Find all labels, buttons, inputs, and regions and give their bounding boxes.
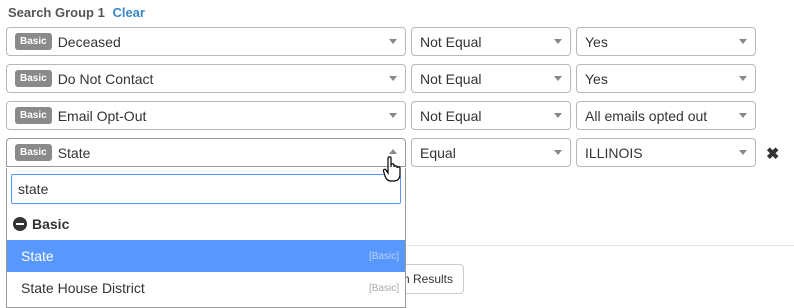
operator-select-value: Not Equal [420,70,482,87]
operator-select[interactable]: Not Equal [411,64,571,93]
field-dropdown: Basic State [Basic] State House District… [6,168,406,308]
dropdown-option-label: State [21,248,54,264]
caret-down-icon [739,150,747,155]
value-select-value: All emails opted out [585,107,708,124]
search-group-header: Search Group 1 Clear [8,5,145,20]
value-select[interactable]: Yes [576,64,756,93]
dropdown-group-label: Basic [32,216,70,232]
basic-badge: Basic [15,70,52,87]
value-select-value: Yes [585,33,608,50]
caret-up-icon [389,149,397,154]
field-select-value: Deceased [57,33,121,50]
operator-select[interactable]: Not Equal [411,27,571,56]
caret-down-icon [739,39,747,44]
close-icon[interactable]: ✖ [766,144,779,164]
operator-select[interactable]: Not Equal [411,101,571,130]
dropdown-option-tag: [Basic] [368,250,399,262]
field-select[interactable]: Basic Deceased [6,27,406,56]
dropdown-option-state-house-district[interactable]: State House District [Basic] [7,272,405,304]
dropdown-option-label: State House District [21,280,145,296]
caret-down-icon [554,76,562,81]
dropdown-search-input[interactable] [11,174,401,204]
field-select-open[interactable]: Basic State [6,138,406,167]
dropdown-group-basic[interactable]: Basic [13,216,69,232]
field-select-value: Do Not Contact [57,70,154,87]
field-select[interactable]: Basic Do Not Contact [6,64,406,93]
caret-down-icon [554,150,562,155]
operator-select-value: Equal [420,144,456,161]
basic-badge: Basic [15,107,52,124]
field-select-value: State [57,144,91,161]
caret-down-icon [389,39,397,44]
value-select[interactable]: All emails opted out [576,101,756,130]
basic-badge: Basic [15,144,52,161]
basic-badge: Basic [15,33,52,50]
caret-down-icon [554,113,562,118]
hand-pointer-icon [382,156,401,187]
value-select-value: ILLINOIS [585,144,643,161]
operator-select[interactable]: Equal [411,138,571,167]
caret-down-icon [739,113,747,118]
value-select[interactable]: Yes [576,27,756,56]
operator-select-value: Not Equal [420,33,482,50]
dropdown-option-tag: [Basic] [368,282,399,294]
field-select[interactable]: Basic Email Opt-Out [6,101,406,130]
divider [406,245,794,246]
value-select[interactable]: ILLINOIS [576,138,756,167]
dropdown-option-state[interactable]: State [Basic] [7,240,405,272]
search-group-title: Search Group 1 [8,5,105,20]
search-results-button[interactable]: h Results [396,264,464,294]
field-select-value: Email Opt-Out [57,107,147,124]
caret-down-icon [389,113,397,118]
caret-down-icon [389,76,397,81]
minus-circle-icon[interactable] [13,217,27,231]
value-select-value: Yes [585,70,608,87]
caret-down-icon [554,39,562,44]
operator-select-value: Not Equal [420,107,482,124]
clear-link[interactable]: Clear [112,5,145,20]
caret-down-icon [739,76,747,81]
